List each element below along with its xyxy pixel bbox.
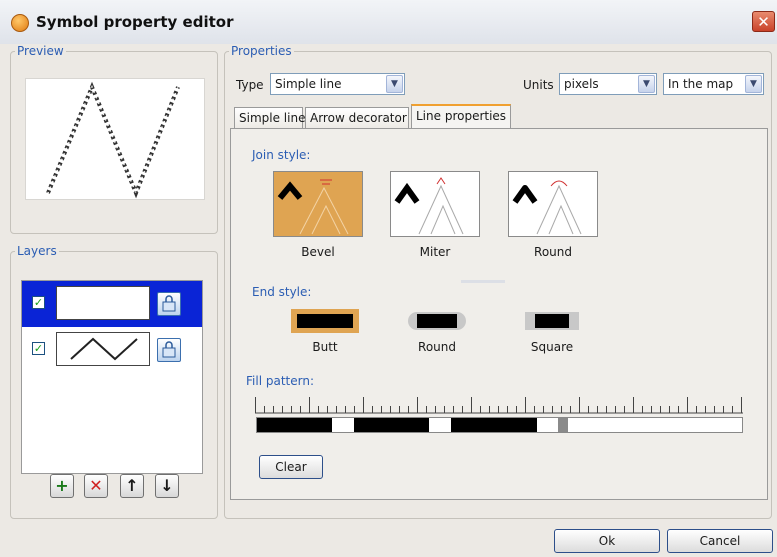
ok-button[interactable]: Ok <box>554 529 660 553</box>
preview-group: Preview <box>10 44 218 234</box>
preview-zigzag-line <box>46 81 180 199</box>
remove-layer-button[interactable]: ✕ <box>84 474 108 498</box>
join-bevel-option[interactable] <box>273 171 363 237</box>
fill-pattern-ruler[interactable] <box>255 396 745 414</box>
cancel-button[interactable]: Cancel <box>667 529 773 553</box>
end-style-label: End style: <box>252 285 312 299</box>
bevel-join-icon <box>277 179 349 235</box>
miter-join-icon <box>394 177 464 235</box>
pattern-dash <box>354 418 429 432</box>
square-cap-icon <box>535 314 569 328</box>
dialog-client: Preview Layers ✓ ✓ + ✕ ↑ ↓ Properties Ty… <box>0 44 777 557</box>
tab-simple-line[interactable]: Simple line <box>234 107 305 129</box>
layer-row[interactable]: ✓ <box>22 327 202 373</box>
chevron-down-icon[interactable]: ▼ <box>745 75 762 93</box>
title-bar: Symbol property editor ✕ <box>0 0 777 45</box>
join-miter-caption: Miter <box>419 245 451 259</box>
end-butt-caption: Butt <box>312 340 338 354</box>
move-layer-up-button[interactable]: ↑ <box>120 474 144 498</box>
line-properties-panel: Join style: Bevel Miter Round End style:… <box>230 128 768 500</box>
close-button[interactable]: ✕ <box>752 11 775 32</box>
pattern-dash <box>257 418 332 432</box>
end-round-caption: Round <box>418 340 456 354</box>
tab-line-properties[interactable]: Line properties <box>411 104 511 130</box>
units-select[interactable]: pixels ▼ <box>559 73 657 95</box>
layers-group: Layers ✓ ✓ <box>10 244 218 519</box>
units-select-value: pixels <box>564 77 599 91</box>
butt-cap-icon <box>297 314 353 328</box>
zigzag-line-icon <box>70 337 138 361</box>
layer-visible-checkbox[interactable]: ✓ <box>32 296 45 309</box>
end-butt-option[interactable] <box>291 309 359 333</box>
join-style-label: Join style: <box>252 148 311 162</box>
end-round-option[interactable] <box>408 312 466 330</box>
window-title: Symbol property editor <box>36 13 234 31</box>
properties-legend: Properties <box>231 44 292 58</box>
round-join-icon <box>512 180 582 235</box>
join-bevel-caption: Bevel <box>301 245 335 259</box>
layer-visible-checkbox[interactable]: ✓ <box>32 342 45 355</box>
pattern-marker[interactable] <box>558 418 568 432</box>
layers-list: ✓ ✓ <box>21 280 203 474</box>
layer-symbol-preview <box>56 286 150 320</box>
end-square-caption: Square <box>530 340 574 354</box>
reference-select[interactable]: In the map ▼ <box>663 73 764 95</box>
round-cap-icon <box>417 314 457 328</box>
fill-pattern-strip[interactable] <box>256 417 743 433</box>
clear-button[interactable]: Clear <box>259 455 323 479</box>
layer-lock-button[interactable] <box>157 338 181 362</box>
reference-select-value: In the map <box>668 77 734 91</box>
lock-icon <box>162 295 176 312</box>
preview-legend: Preview <box>17 44 64 58</box>
pattern-dash <box>451 418 537 432</box>
layers-legend: Layers <box>17 244 57 258</box>
end-square-option[interactable] <box>525 312 579 330</box>
type-label: Type <box>236 78 264 92</box>
section-divider <box>461 280 505 283</box>
join-miter-option[interactable] <box>390 171 480 237</box>
lock-icon <box>162 341 176 358</box>
layer-lock-button[interactable] <box>157 292 181 316</box>
layer-symbol-preview <box>56 332 150 366</box>
join-round-option[interactable] <box>508 171 598 237</box>
join-round-caption: Round <box>534 245 572 259</box>
preview-canvas <box>25 78 205 200</box>
tab-arrow-decorator[interactable]: Arrow decorator <box>305 107 409 129</box>
app-icon <box>11 14 29 32</box>
fill-pattern-label: Fill pattern: <box>246 374 314 388</box>
layer-row[interactable]: ✓ <box>22 281 202 327</box>
move-layer-down-button[interactable]: ↓ <box>155 474 179 498</box>
add-layer-button[interactable]: + <box>50 474 74 498</box>
type-select-value: Simple line <box>275 77 342 91</box>
chevron-down-icon[interactable]: ▼ <box>386 75 403 93</box>
type-select[interactable]: Simple line ▼ <box>270 73 405 95</box>
chevron-down-icon[interactable]: ▼ <box>638 75 655 93</box>
units-label: Units <box>523 78 554 92</box>
